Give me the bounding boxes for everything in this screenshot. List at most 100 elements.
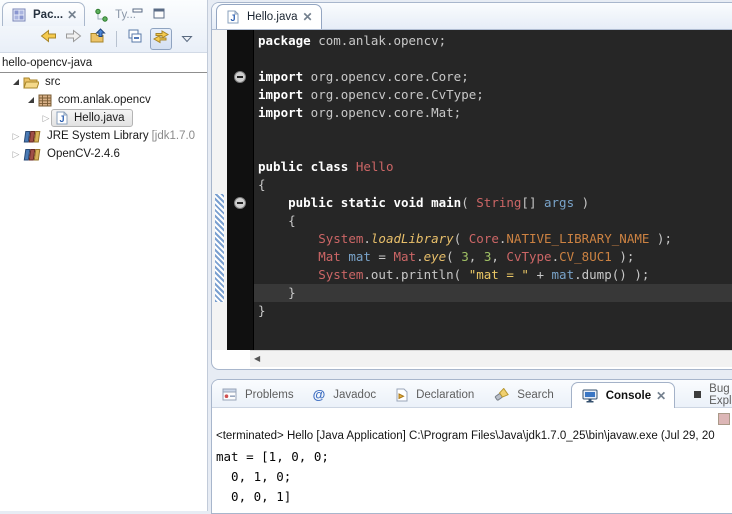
code-line (254, 50, 732, 68)
view-tab-label: Pac... (33, 9, 63, 21)
collapsed-arrow-icon[interactable]: ▷ (41, 114, 51, 123)
tree-item-jre-system-library[interactable]: ▷ JRE System Library [jdk1.7.0 (0, 127, 207, 145)
package-explorer-header: Pac...✕Ty... (0, 0, 207, 53)
console-tab-label: Declaration (416, 389, 474, 401)
code-line: public static void main( String[] args ) (254, 194, 732, 212)
package-explorer-icon (12, 8, 26, 22)
close-icon[interactable]: ✕ (303, 12, 313, 22)
console-output-line: 0, 1, 0; (216, 467, 732, 487)
tree-item-src[interactable]: src (0, 73, 207, 91)
console-tab-label: Console (606, 390, 651, 402)
minimize-button[interactable] (131, 7, 144, 19)
code-line: import org.opencv.core.CvType; (254, 86, 732, 104)
console-tabbar: Problems @Javadoc Declaration Search Console… (212, 380, 732, 408)
console-process-title: <terminated> Hello [Java Application] C:… (216, 430, 732, 442)
console-output[interactable]: mat = [1, 0, 0; 0, 1, 0; 0, 0, 1] (216, 447, 732, 513)
tree-item-label: Hello.java (71, 112, 128, 124)
tree-item-com.anlak.opencv[interactable]: com.anlak.opencv (0, 91, 207, 109)
item-content: src (21, 76, 63, 89)
javadoc-icon: @ (313, 388, 326, 401)
console-tab-problems[interactable]: Problems (220, 382, 294, 407)
package-icon (38, 94, 52, 107)
item-content: com.anlak.opencv (36, 94, 154, 107)
console-tab-search[interactable]: Search (491, 382, 553, 407)
selected-item-highlight: JHello.java (51, 109, 133, 127)
problems-icon (222, 388, 237, 401)
eclipse-workbench: { "colors": { "window_background": "#e7e… (0, 0, 732, 511)
back-button[interactable] (38, 29, 58, 49)
horizontal-scrollbar[interactable]: ◀ (250, 350, 732, 367)
link-with-editor-icon (152, 29, 170, 49)
console-tab-javadoc[interactable]: @Javadoc (311, 382, 377, 407)
up-icon (90, 28, 107, 49)
close-icon[interactable]: ✕ (67, 10, 77, 20)
console-tab-label: Bug Explorer (709, 383, 732, 407)
code-line: System.out.println( "mat = " + mat.dump(… (254, 266, 732, 284)
editor-body: package com.anlak.opencv;import org.open… (212, 30, 732, 350)
folding-ruler[interactable] (227, 30, 254, 350)
forward-button[interactable] (63, 29, 83, 49)
scroll-left-icon[interactable]: ◀ (254, 355, 260, 363)
back-icon (40, 28, 57, 49)
expanded-arrow-icon[interactable] (11, 79, 21, 85)
editor-tabbar: J Hello.java ✕ (212, 3, 732, 30)
tree-item-label: com.anlak.opencv (55, 94, 154, 106)
console-tab-bug-explorer[interactable]: Bug Explorer (692, 382, 732, 407)
library-icon (23, 148, 41, 161)
view-menu-button[interactable] (177, 29, 197, 49)
console-toolbar-button[interactable] (718, 413, 730, 425)
item-content: OpenCV-2.4.6 (21, 148, 123, 161)
tree-item-hello.java[interactable]: ▷JHello.java (0, 109, 207, 127)
forward-icon (65, 28, 82, 49)
link-with-editor-button[interactable] (150, 28, 172, 50)
tree-item-label: JRE System Library (44, 130, 152, 142)
toolbar-separator (116, 31, 117, 47)
code-line: System.loadLibrary( Core.NATIVE_LIBRARY_… (254, 230, 732, 248)
code-line: import org.opencv.core.Mat; (254, 104, 732, 122)
tree-item-opencv-2.4.6[interactable]: ▷OpenCV-2.4.6 (0, 145, 207, 163)
view-window-buttons (131, 7, 165, 19)
java-file-icon: J (56, 111, 68, 125)
library-icon (23, 130, 41, 143)
view-tabbar: Pac...✕Ty... (0, 0, 207, 26)
tree-item-project[interactable]: hello-opencv-java (0, 56, 207, 73)
type-hierarchy-icon (94, 8, 108, 22)
code-line: } (254, 302, 732, 320)
console-tab-label: Problems (245, 389, 294, 401)
expanded-arrow-icon[interactable] (26, 97, 36, 103)
code-line: { (254, 212, 732, 230)
current-line: } (254, 284, 732, 302)
code-line (254, 140, 732, 158)
svg-text:J: J (230, 13, 235, 23)
fold-minus-icon[interactable] (234, 71, 246, 83)
fold-minus-icon[interactable] (234, 197, 246, 209)
tree-item-decorator: [jdk1.7.0 (152, 130, 195, 142)
collapse-all-button[interactable] (125, 29, 145, 49)
package-explorer-view: Pac...✕Ty... hello-opencv-java srccom.an… (0, 0, 208, 511)
collapse-all-icon (127, 28, 144, 49)
console-icon (582, 389, 598, 403)
editor-tab-hello-java[interactable]: J Hello.java ✕ (216, 4, 322, 29)
code-line: public class Hello (254, 158, 732, 176)
view-menu-icon (181, 30, 193, 48)
code-line: Mat mat = Mat.eye( 3, 3, CvType.CV_8UC1 … (254, 248, 732, 266)
annotation-ruler[interactable] (212, 30, 227, 350)
collapsed-arrow-icon[interactable]: ▷ (11, 150, 21, 159)
bug-icon (694, 391, 701, 398)
java-file-icon: J (227, 10, 239, 24)
declaration-icon (395, 388, 408, 402)
console-tab-declaration[interactable]: Declaration (393, 382, 474, 407)
view-tab-pac[interactable]: Pac... ✕ (2, 2, 85, 26)
collapsed-arrow-icon[interactable]: ▷ (11, 132, 21, 141)
code-line: { (254, 176, 732, 194)
editor-tab-label: Hello.java (247, 11, 298, 23)
up-button[interactable] (88, 29, 108, 49)
console-tab-console[interactable]: Console ✕ (571, 382, 675, 408)
code-line: import org.opencv.core.Core; (254, 68, 732, 86)
console-output-line: mat = [1, 0, 0; (216, 447, 732, 467)
console-tab-label: Search (517, 389, 553, 401)
console-output-line: 0, 0, 1] (216, 487, 732, 507)
close-icon[interactable]: ✕ (656, 391, 666, 401)
code-editor[interactable]: package com.anlak.opencv;import org.open… (254, 30, 732, 350)
maximize-button[interactable] (152, 7, 165, 19)
